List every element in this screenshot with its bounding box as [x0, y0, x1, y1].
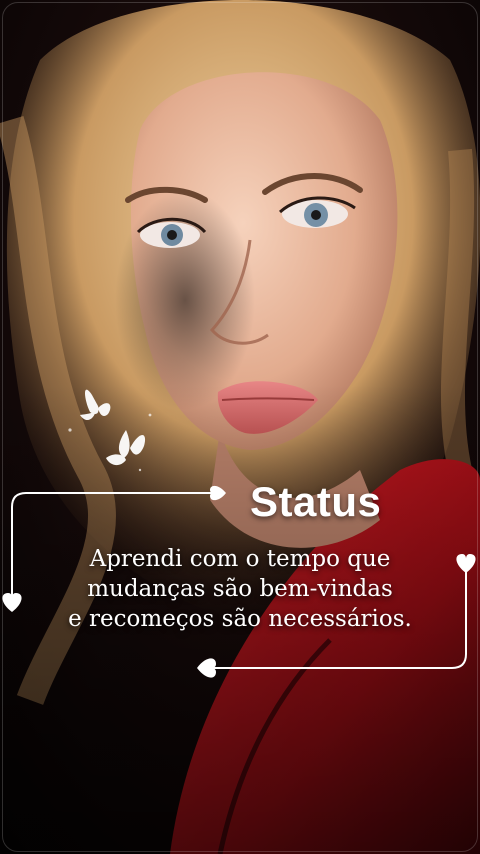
portrait-photo [0, 0, 480, 854]
quote-line: Aprendi com o tempo que [89, 546, 391, 572]
status-title: Status [250, 478, 382, 525]
status-card: Status Aprendi com o tempo que mudanças … [0, 0, 480, 854]
quote-line: e recomeços são necessários. [68, 606, 412, 632]
quote-line: mudanças são bem-vindas [87, 576, 393, 602]
status-quote: Aprendi com o tempo que mudanças são bem… [30, 544, 450, 634]
